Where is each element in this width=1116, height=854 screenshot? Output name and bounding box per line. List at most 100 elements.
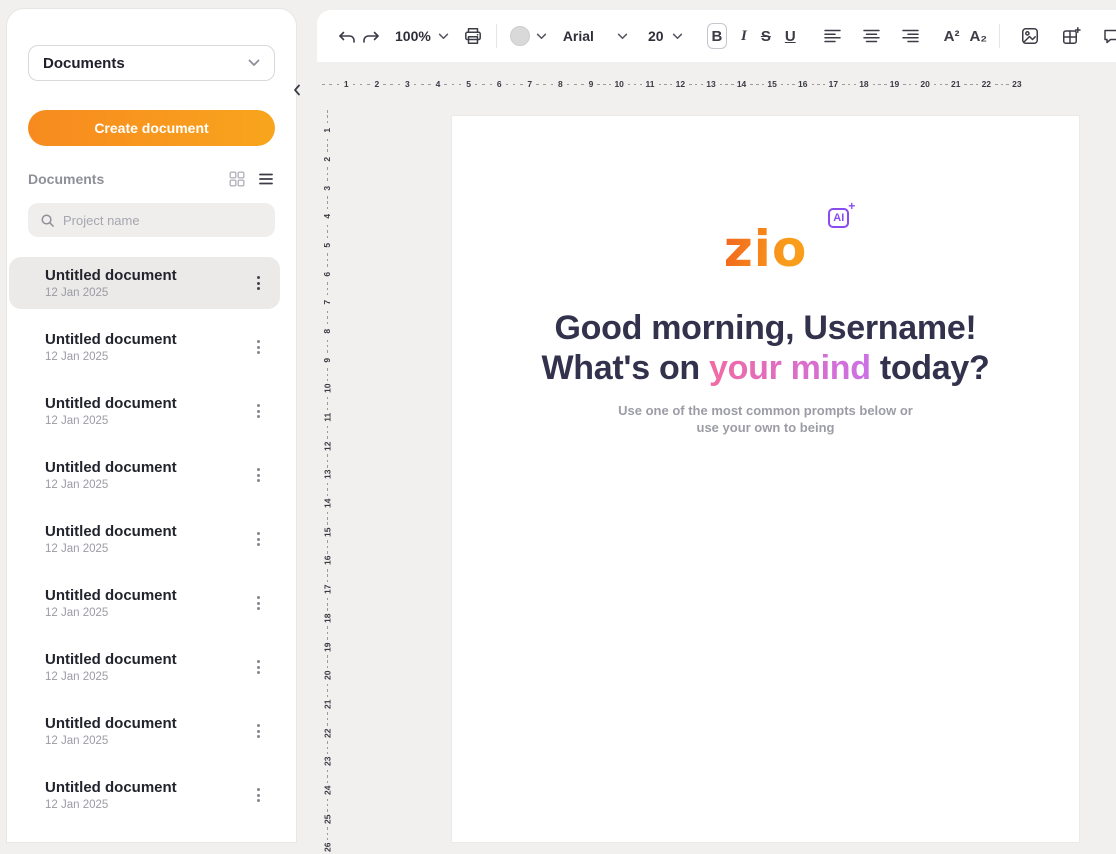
chevron-down-icon xyxy=(248,59,260,67)
document-list-item[interactable]: Untitled document 12 Jan 2025 xyxy=(9,769,280,821)
font-family-select[interactable]: Arial xyxy=(563,28,628,44)
chevron-down-icon xyxy=(672,33,683,40)
italic-button[interactable]: I xyxy=(741,28,747,45)
document-date: 12 Jan 2025 xyxy=(45,607,177,619)
document-date: 12 Jan 2025 xyxy=(45,287,177,299)
document-title: Untitled document xyxy=(45,331,177,348)
more-options-button[interactable] xyxy=(251,654,266,680)
document-meta: Untitled document 12 Jan 2025 xyxy=(45,587,177,619)
grid-view-button[interactable] xyxy=(228,170,246,188)
search-box[interactable] xyxy=(28,203,275,237)
bold-button[interactable]: B xyxy=(707,23,727,49)
workspace-selector[interactable]: Documents xyxy=(28,45,275,81)
more-options-button[interactable] xyxy=(251,270,266,296)
align-right-button[interactable] xyxy=(898,23,924,49)
align-left-button[interactable] xyxy=(820,23,846,49)
font-family-value: Arial xyxy=(563,28,594,44)
font-size-value: 20 xyxy=(648,28,664,44)
more-options-button[interactable] xyxy=(251,334,266,360)
more-options-button[interactable] xyxy=(251,590,266,616)
redo-icon xyxy=(361,28,381,45)
font-size-select[interactable]: 20 xyxy=(648,28,683,44)
align-center-button[interactable] xyxy=(859,23,885,49)
image-icon xyxy=(1020,26,1040,46)
document-canvas[interactable]: zio AI + Good morning, Username! What's … xyxy=(451,115,1080,843)
list-view-button[interactable] xyxy=(257,170,275,188)
document-list-item[interactable]: Untitled document 12 Jan 2025 xyxy=(9,513,280,565)
document-list-item[interactable]: Untitled document 12 Jan 2025 xyxy=(9,577,280,629)
print-button[interactable] xyxy=(463,23,483,49)
sidebar: Documents Create document Documents Unti… xyxy=(6,8,297,843)
document-meta: Untitled document 12 Jan 2025 xyxy=(45,523,177,555)
more-options-button[interactable] xyxy=(251,462,266,488)
toolbar-divider xyxy=(496,24,497,48)
document-title: Untitled document xyxy=(45,523,177,540)
insert-table-icon xyxy=(1061,26,1081,46)
document-title: Untitled document xyxy=(45,651,177,668)
comment-icon xyxy=(1102,26,1116,46)
collapse-sidebar-button[interactable] xyxy=(289,82,305,98)
editor-toolbar: 100% Arial 20 B I S U A² A₂ xyxy=(317,10,1116,62)
document-list-item[interactable]: Untitled document 12 Jan 2025 xyxy=(9,257,280,309)
insert-group xyxy=(987,23,1116,49)
zio-logo: zio AI + xyxy=(724,220,808,278)
document-date: 12 Jan 2025 xyxy=(45,479,177,491)
document-date: 12 Jan 2025 xyxy=(45,351,177,363)
list-view-icon xyxy=(258,171,274,187)
color-swatch xyxy=(510,26,530,46)
zoom-select[interactable]: 100% xyxy=(395,28,449,44)
document-list-item[interactable]: Untitled document 12 Jan 2025 xyxy=(9,705,280,757)
horizontal-ruler[interactable]: 1234567891011121314151617181920212223 xyxy=(320,78,1024,91)
subscript-button[interactable]: A₂ xyxy=(970,28,988,45)
document-title: Untitled document xyxy=(45,779,177,796)
insert-table-button[interactable] xyxy=(1058,23,1084,49)
ai-badge-plus-icon: + xyxy=(848,199,855,213)
undo-icon xyxy=(337,28,357,45)
ai-badge: AI xyxy=(828,208,849,228)
more-options-button[interactable] xyxy=(251,782,266,808)
document-meta: Untitled document 12 Jan 2025 xyxy=(45,395,177,427)
create-document-button[interactable]: Create document xyxy=(28,110,275,146)
strikethrough-button[interactable]: S xyxy=(761,28,771,45)
alignment-group xyxy=(820,23,924,49)
more-options-button[interactable] xyxy=(251,718,266,744)
document-meta: Untitled document 12 Jan 2025 xyxy=(45,779,177,811)
greeting-subtitle: Use one of the most common prompts below… xyxy=(618,402,913,436)
document-date: 12 Jan 2025 xyxy=(45,671,177,683)
search-input[interactable] xyxy=(63,213,263,228)
document-meta: Untitled document 12 Jan 2025 xyxy=(45,651,177,683)
workspace-selector-label: Documents xyxy=(43,55,125,72)
chevron-down-icon xyxy=(536,33,547,40)
document-list-item[interactable]: Untitled document 12 Jan 2025 xyxy=(9,449,280,501)
zio-logo-text: zio xyxy=(724,220,808,278)
insert-image-button[interactable] xyxy=(1017,23,1043,49)
search-icon xyxy=(40,213,55,228)
text-color-select[interactable] xyxy=(510,26,547,46)
document-list-item[interactable]: Untitled document 12 Jan 2025 xyxy=(9,641,280,693)
greeting-line1: Good morning, Username! xyxy=(542,308,990,348)
vertical-ruler[interactable]: 1234567891011121314151617181920212223242… xyxy=(321,108,334,854)
document-list-item[interactable]: Untitled document 12 Jan 2025 xyxy=(9,385,280,437)
documents-list-heading: Documents xyxy=(28,171,104,187)
underline-button[interactable]: U xyxy=(785,28,796,45)
view-toggle xyxy=(228,170,275,188)
document-date: 12 Jan 2025 xyxy=(45,415,177,427)
document-meta: Untitled document 12 Jan 2025 xyxy=(45,715,177,747)
align-right-icon xyxy=(902,29,919,43)
greeting-heading: Good morning, Username! What's on your m… xyxy=(542,308,990,388)
more-options-button[interactable] xyxy=(251,526,266,552)
comment-button[interactable] xyxy=(1099,23,1116,49)
superscript-button[interactable]: A² xyxy=(944,28,960,45)
document-list-item[interactable]: Untitled document 12 Jan 2025 xyxy=(9,321,280,373)
undo-button[interactable] xyxy=(337,23,357,49)
zoom-value: 100% xyxy=(395,28,431,44)
chevron-down-icon xyxy=(617,33,628,40)
document-list: Untitled document 12 Jan 2025 Untitled d… xyxy=(9,257,280,821)
more-options-button[interactable] xyxy=(251,398,266,424)
document-date: 12 Jan 2025 xyxy=(45,799,177,811)
grid-view-icon xyxy=(229,171,245,187)
document-title: Untitled document xyxy=(45,267,177,284)
redo-button[interactable] xyxy=(361,23,381,49)
subtitle-line2: use your own to being xyxy=(618,419,913,436)
greeting-line2: What's on your mind today? xyxy=(542,348,990,388)
